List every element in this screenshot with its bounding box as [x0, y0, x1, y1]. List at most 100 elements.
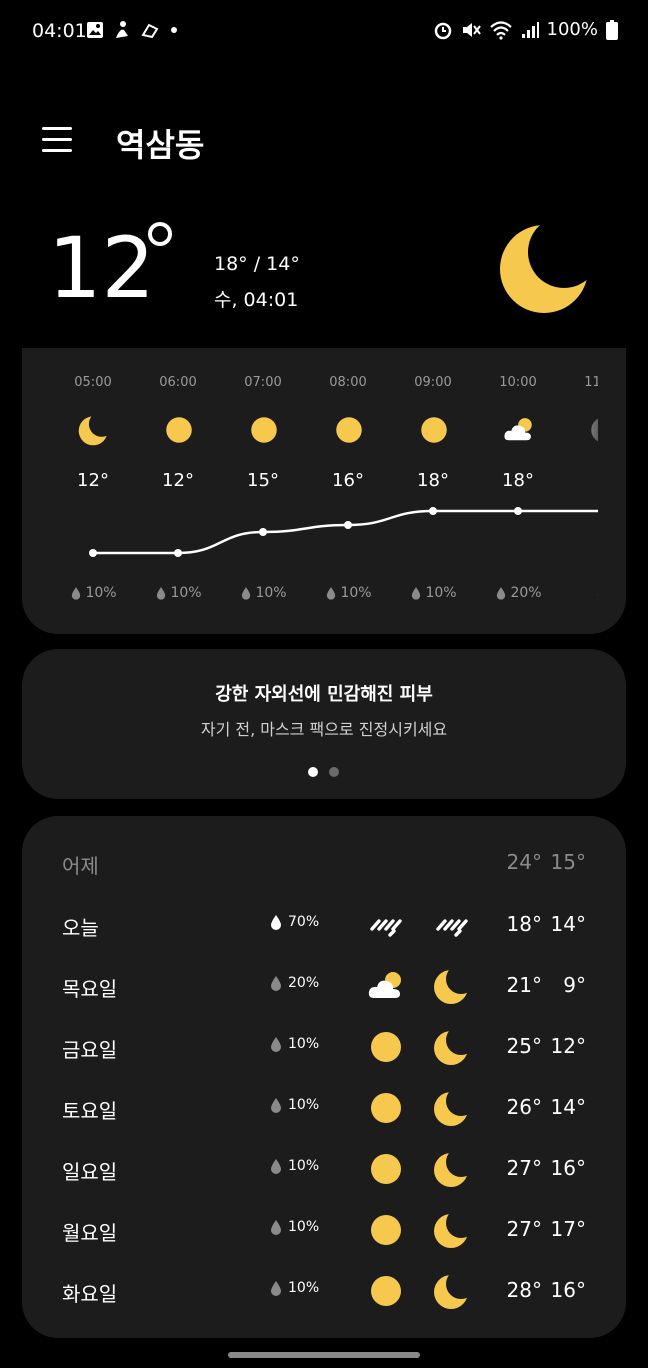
hour-temp: 18°: [417, 470, 449, 491]
current-hi-lo: 18° / 14°: [214, 253, 300, 275]
hour-time: 09:00: [414, 375, 452, 390]
hour-rain-value: 10%: [340, 585, 372, 601]
hour-time: 08:00: [329, 375, 367, 390]
moon-icon: [432, 1149, 472, 1189]
day-rain: 10%: [270, 1280, 319, 1296]
moon-icon: [500, 225, 588, 313]
shoe-icon: [141, 23, 159, 39]
status-left-icons: [86, 20, 180, 40]
hour-rain: 20%: [474, 585, 564, 601]
hour-temp: 12°: [77, 470, 109, 491]
wifi-icon: [489, 20, 512, 40]
day-hi: 21°: [506, 973, 542, 997]
day-row[interactable]: 토요일 10% 26° 14°: [22, 1083, 626, 1133]
page-dot-1[interactable]: [308, 767, 318, 777]
moon-icon: [77, 413, 111, 447]
day-rain: 10%: [270, 1097, 319, 1113]
hour-time: 10:00: [499, 375, 537, 390]
day-rain-value: 10%: [288, 1097, 320, 1113]
day-lo: 12°: [550, 1034, 586, 1058]
hour-time: 11:00: [584, 375, 598, 390]
moon-icon: [432, 966, 472, 1006]
hamburger-menu-icon[interactable]: [42, 125, 74, 155]
tip-card[interactable]: 강한 자외선에 민감해진 피부 자기 전, 마스크 팩으로 진정시키세요: [22, 649, 626, 799]
gallery-icon: [87, 22, 103, 38]
hourly-item: 07:00 15° 10%: [223, 348, 303, 634]
partly-cloudy-icon: [502, 413, 536, 447]
hour-rain: 10%: [219, 585, 309, 601]
moon-icon: [432, 1210, 472, 1250]
battery-percent: 100%: [546, 19, 598, 40]
hourly-scroll[interactable]: 05:00 12° 10% 06:00 12° 10% 07:00 15° 10…: [22, 348, 598, 634]
tip-subtitle: 자기 전, 마스크 팩으로 진정시키세요: [200, 720, 448, 739]
day-name: 금요일: [62, 1038, 118, 1062]
sun-icon: [247, 413, 281, 447]
day-rain-value: 70%: [288, 914, 320, 930]
hour-temp: 18°: [502, 470, 534, 491]
day-row[interactable]: 오늘 70% 18° 14°: [22, 900, 626, 950]
day-hi: 18°: [506, 912, 542, 936]
sun-icon: [366, 1027, 406, 1067]
day-lo: 14°: [550, 912, 586, 936]
tip-title: 강한 자외선에 민감해진 피부: [215, 684, 433, 705]
hour-rain: 10%: [389, 585, 479, 601]
day-lo: 16°: [550, 1278, 586, 1302]
hour-rain: 10%: [134, 585, 224, 601]
day-row[interactable]: 금요일 10% 25° 12°: [22, 1022, 626, 1072]
hour-temp: 12°: [162, 470, 194, 491]
yesterday-lo: 15°: [550, 850, 586, 874]
weekly-forecast-card[interactable]: 어제 24° 15° 오늘 70% 18° 14° 목요일 20% 21° 9°…: [22, 816, 626, 1338]
day-lo: 14°: [550, 1095, 586, 1119]
day-hi: 25°: [506, 1034, 542, 1058]
day-hi: 26°: [506, 1095, 542, 1119]
day-rain: 10%: [270, 1036, 319, 1052]
hour-rain-value: 10%: [85, 585, 117, 601]
location-title[interactable]: 역삼동: [116, 120, 204, 166]
current-temperature: 12: [48, 219, 155, 317]
status-time: 04:01: [32, 20, 87, 42]
alarm-icon: [434, 22, 451, 39]
day-name: 토요일: [62, 1099, 118, 1123]
hourly-item: 08:00 16° 10%: [308, 348, 388, 634]
home-indicator[interactable]: [228, 1352, 420, 1358]
hourly-item: 06:00 12° 10%: [138, 348, 218, 634]
day-name: 오늘: [62, 916, 99, 940]
day-row[interactable]: 목요일 20% 21° 9°: [22, 961, 626, 1011]
day-hi: 28°: [506, 1278, 542, 1302]
rain-icon: [366, 905, 406, 945]
day-rain-value: 10%: [288, 1219, 320, 1235]
hour-rain-value: 10%: [255, 585, 287, 601]
activity-icon: [116, 21, 128, 38]
day-row[interactable]: 일요일 10% 27° 16°: [22, 1144, 626, 1194]
hourly-item: 09:00 18° 10%: [393, 348, 473, 634]
day-lo: 9°: [563, 973, 586, 997]
status-bar: 04:01 100%: [0, 0, 648, 64]
hour-rain: 10%: [304, 585, 394, 601]
day-lo: 16°: [550, 1156, 586, 1180]
hour-rain-value: 20%: [510, 585, 542, 601]
hour-rain: [559, 585, 598, 599]
sun-icon: [162, 413, 196, 447]
sun-icon: [366, 1149, 406, 1189]
day-rain: 10%: [270, 1158, 319, 1174]
signal-icon: [521, 21, 539, 38]
sun-partial-icon: [587, 413, 598, 447]
hour-temp: 16°: [332, 470, 364, 491]
day-name: 화요일: [62, 1282, 118, 1306]
day-row[interactable]: 월요일 10% 27° 17°: [22, 1205, 626, 1255]
hour-temp: 15°: [247, 470, 279, 491]
day-rain-value: 10%: [288, 1280, 320, 1296]
day-rain: 10%: [270, 1219, 319, 1235]
page-dot-2[interactable]: [329, 767, 339, 777]
hourly-item: 10:00 18° 20%: [478, 348, 558, 634]
hourly-forecast-card[interactable]: 05:00 12° 10% 06:00 12° 10% 07:00 15° 10…: [22, 348, 626, 634]
day-rain-value: 20%: [288, 975, 320, 991]
day-lo: 17°: [550, 1217, 586, 1241]
day-row[interactable]: 화요일 10% 28° 16°: [22, 1266, 626, 1316]
day-hi: 27°: [506, 1156, 542, 1180]
day-hi: 27°: [506, 1217, 542, 1241]
sun-icon: [366, 1210, 406, 1250]
day-rain-value: 10%: [288, 1158, 320, 1174]
day-name: 월요일: [62, 1221, 118, 1245]
current-date: 수, 04:01: [214, 289, 299, 311]
